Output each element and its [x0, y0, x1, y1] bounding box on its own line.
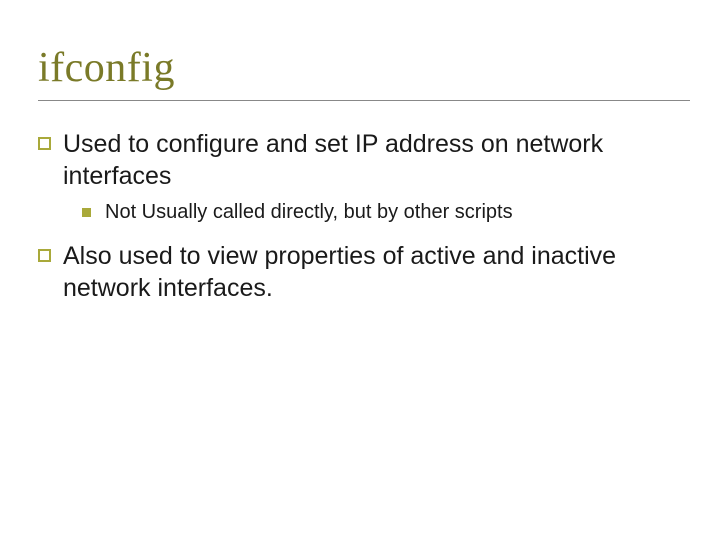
sub-bullet-item: Not Usually called directly, but by othe… [82, 200, 690, 226]
slide-title: ifconfig [38, 44, 690, 92]
bullet-outline-icon [38, 249, 51, 262]
bullet-item: Used to configure and set IP address on … [38, 128, 690, 192]
bullet-filled-icon [82, 208, 91, 217]
bullet-item: Also used to view properties of active a… [38, 240, 690, 304]
slide: ifconfig Used to configure and set IP ad… [0, 0, 720, 540]
bullet-text: Used to configure and set IP address on … [63, 128, 690, 192]
bullet-text: Also used to view properties of active a… [63, 240, 690, 304]
title-block: ifconfig [38, 44, 690, 101]
title-underline [38, 100, 690, 101]
bullet-outline-icon [38, 137, 51, 150]
sub-bullet-text: Not Usually called directly, but by othe… [105, 200, 513, 226]
slide-body: Used to configure and set IP address on … [38, 128, 690, 312]
